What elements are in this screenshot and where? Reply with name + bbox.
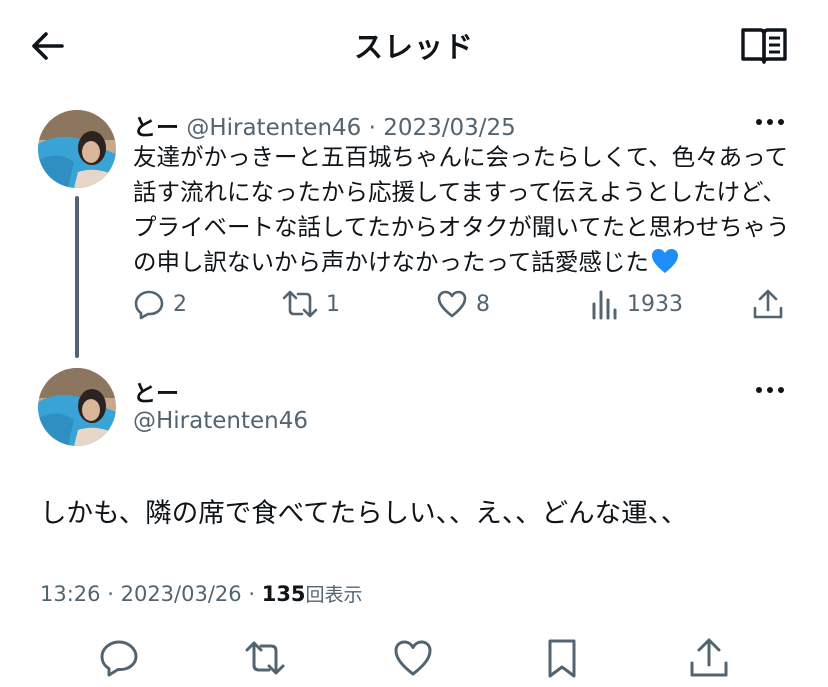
retweet-icon [282,288,318,320]
page-title: スレッド [353,30,474,64]
blue-heart-emoji-icon [651,248,679,284]
retweet-icon[interactable] [243,636,287,680]
thread-connector-line [75,196,79,358]
view-label: 回表示 [305,584,363,606]
like-count: 8 [476,291,490,317]
separator: · [248,582,256,606]
bar-chart-icon [591,288,619,320]
more-options-icon[interactable] [752,110,788,134]
tweet-text: しかも、隣の席で食べてたらしい、、え、、どんな運、、 [40,498,688,529]
avatar[interactable] [38,368,116,446]
share-icon[interactable] [687,636,731,680]
reply-count: 2 [173,291,187,317]
handle[interactable]: @Hiratenten46 [133,408,308,434]
display-name[interactable]: とー [133,115,179,141]
open-book-icon[interactable] [738,24,790,68]
retweet-count: 1 [326,291,340,317]
reply-icon[interactable] [97,636,141,680]
bookmark-icon[interactable] [540,636,584,680]
views-button[interactable]: 1933 [591,286,683,322]
handle[interactable]: @Hiratenten46 [186,115,361,141]
tweet-text-body: 友達がかっきーと五百城ちゃんに会ったらしくて、色々あって話す流れになったから応援… [133,143,790,276]
tweet-date[interactable]: 2023/03/25 [383,115,516,141]
tweet1-header: とー @Hiratenten46 · 2023/03/25 [133,108,516,142]
separator: · [107,582,114,606]
display-name[interactable]: とー [133,374,179,408]
share-icon [752,288,784,320]
tweet-time[interactable]: 13:26 [40,582,101,606]
tweet-text: 友達がかっきーと五百城ちゃんに会ったらしくて、色々あって話す流れになったから応援… [133,140,801,284]
tweet-date[interactable]: 2023/03/26 [121,582,242,606]
reply-icon [133,288,165,320]
retweet-button[interactable]: 1 [282,286,340,322]
view-count: 135 [261,582,306,606]
avatar[interactable] [38,110,116,188]
view-count: 1933 [627,291,683,317]
share-button[interactable] [752,286,784,322]
heart-icon [436,288,468,320]
like-button[interactable]: 8 [436,286,490,322]
heart-icon[interactable] [391,636,435,680]
more-options-icon[interactable] [752,378,788,402]
tweet-meta: 13:26 · 2023/03/26 · 135回表示 [40,580,363,607]
separator: · [368,115,376,141]
reply-button[interactable]: 2 [133,286,187,322]
